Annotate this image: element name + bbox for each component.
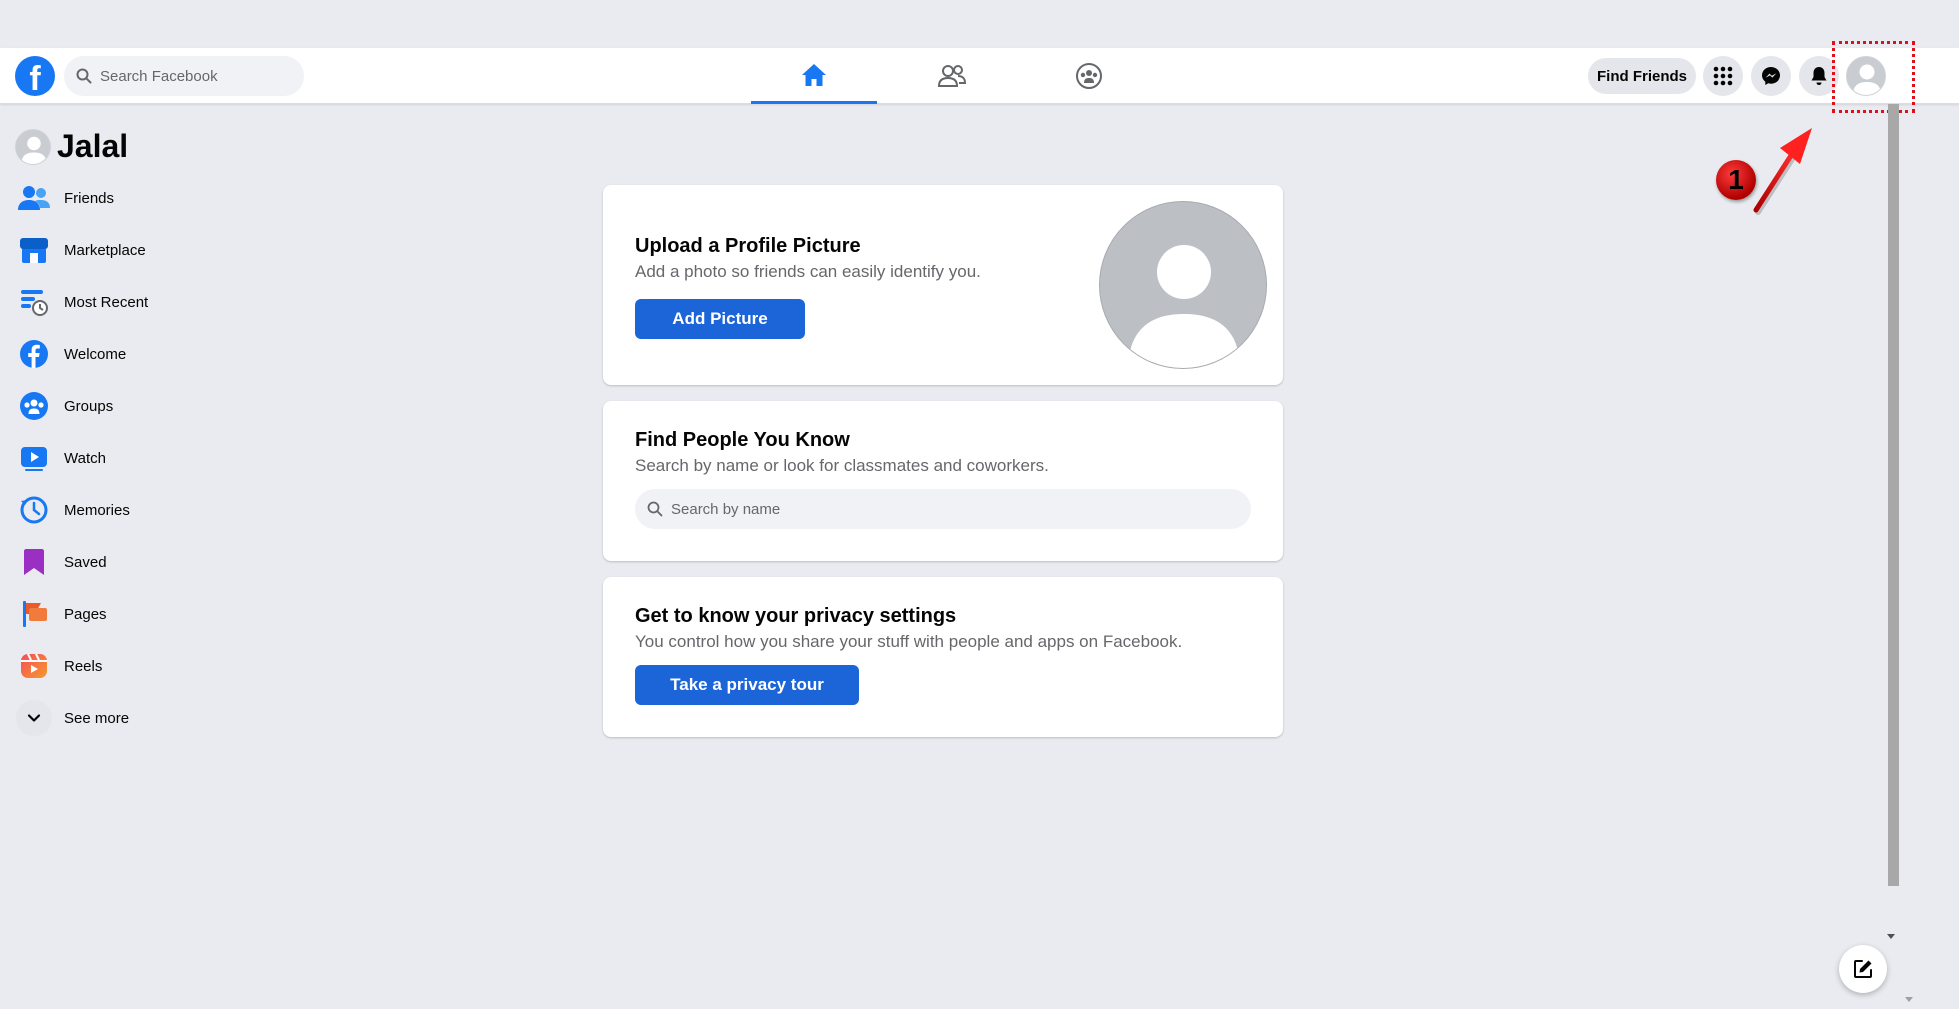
pages-icon <box>16 596 52 632</box>
sidebar-item-memories[interactable]: Memories <box>16 484 336 536</box>
most-recent-icon <box>16 284 52 320</box>
scroll-down-arrow-icon[interactable] <box>1887 934 1895 939</box>
sidebar-item-label: See more <box>64 709 130 727</box>
add-picture-button[interactable]: Add Picture <box>635 299 805 339</box>
sidebar-item-reels[interactable]: Reels <box>16 640 336 692</box>
sidebar-item-watch[interactable]: Watch <box>16 432 336 484</box>
card-title: Find People You Know <box>635 429 850 451</box>
sidebar-item-label: Reels <box>64 657 103 675</box>
menu-button[interactable] <box>1703 56 1743 96</box>
tab-groups[interactable] <box>1026 48 1152 104</box>
compose-icon <box>1854 960 1872 978</box>
sidebar-item-welcome[interactable]: Welcome <box>16 328 336 380</box>
scrollbar-thumb[interactable] <box>1888 104 1899 886</box>
card-subtitle: Add a photo so friends can easily identi… <box>635 262 981 281</box>
profile-picture-placeholder <box>1099 201 1267 369</box>
menu-grid-icon <box>1713 66 1733 86</box>
find-friends-button[interactable]: Find Friends <box>1588 58 1696 94</box>
profile-avatar <box>15 128 51 165</box>
chevron-down-icon <box>16 700 52 736</box>
privacy-tour-button[interactable]: Take a privacy tour <box>635 665 859 705</box>
profile-shortcut[interactable]: Jalal <box>15 128 128 165</box>
account-highlight-box <box>1832 41 1915 113</box>
sidebar-item-label: Pages <box>64 605 107 623</box>
people-search-box[interactable] <box>635 489 1251 529</box>
card-subtitle: Search by name or look for classmates an… <box>635 456 1049 475</box>
marketplace-icon <box>16 232 52 268</box>
tab-home[interactable] <box>751 48 877 104</box>
saved-icon <box>16 544 52 580</box>
scroll-down-arrow-icon[interactable] <box>1905 997 1913 1002</box>
facebook-icon <box>16 336 52 372</box>
sidebar-item-saved[interactable]: Saved <box>16 536 336 588</box>
watch-icon <box>16 440 52 476</box>
sidebar-item-marketplace[interactable]: Marketplace <box>16 224 336 276</box>
messenger-icon <box>1762 67 1780 85</box>
people-search-input[interactable] <box>671 500 1231 518</box>
find-people-card: Find People You Know Search by name or l… <box>603 401 1283 561</box>
sidebar-item-label: Saved <box>64 553 107 571</box>
facebook-logo[interactable]: f <box>15 56 55 96</box>
sidebar-item-label: Marketplace <box>64 241 146 259</box>
card-title: Get to know your privacy settings <box>635 605 957 627</box>
search-icon <box>647 501 663 517</box>
search-facebook-input[interactable] <box>100 67 290 85</box>
card-title: Upload a Profile Picture <box>635 235 861 257</box>
profile-name: Jalal <box>57 128 129 164</box>
bell-icon <box>1811 67 1827 85</box>
sidebar-item-label: Watch <box>64 449 106 467</box>
messenger-button[interactable] <box>1751 56 1791 96</box>
card-subtitle: You control how you share your stuff wit… <box>635 632 1183 651</box>
sidebar-item-label: Memories <box>64 501 130 519</box>
sidebar-item-most-recent[interactable]: Most Recent <box>16 276 336 328</box>
top-navigation-bar: f Find Friends <box>0 48 1959 104</box>
sidebar-item-label: Friends <box>64 189 115 207</box>
search-facebook-box[interactable] <box>64 56 304 96</box>
friends-icon <box>16 180 52 216</box>
sidebar-item-see-more[interactable]: See more <box>16 692 336 744</box>
sidebar-item-label: Groups <box>64 397 114 415</box>
sidebar-item-friends[interactable]: Friends <box>16 172 336 224</box>
facebook-logo-letter: f <box>29 60 41 96</box>
sidebar-item-groups[interactable]: Groups <box>16 380 336 432</box>
groups-icon <box>16 388 52 424</box>
privacy-settings-card: Get to know your privacy settings You co… <box>603 577 1283 737</box>
friends-icon <box>937 65 967 87</box>
sidebar-item-label: Welcome <box>64 345 127 363</box>
home-icon <box>802 63 826 86</box>
sidebar-item-label: Most Recent <box>64 293 149 311</box>
memories-icon <box>16 492 52 528</box>
annotation-step-badge: 1 <box>1716 160 1756 200</box>
annotation-arrow-icon <box>1753 128 1812 215</box>
upload-profile-picture-card: Upload a Profile Picture Add a photo so … <box>603 185 1283 385</box>
search-icon <box>76 68 92 84</box>
sidebar-item-pages[interactable]: Pages <box>16 588 336 640</box>
tab-friends[interactable] <box>889 48 1015 104</box>
page-scrollbar[interactable] <box>1884 104 1900 1009</box>
groups-icon <box>1076 63 1102 89</box>
reels-icon <box>16 648 52 684</box>
new-message-button[interactable] <box>1839 945 1887 993</box>
